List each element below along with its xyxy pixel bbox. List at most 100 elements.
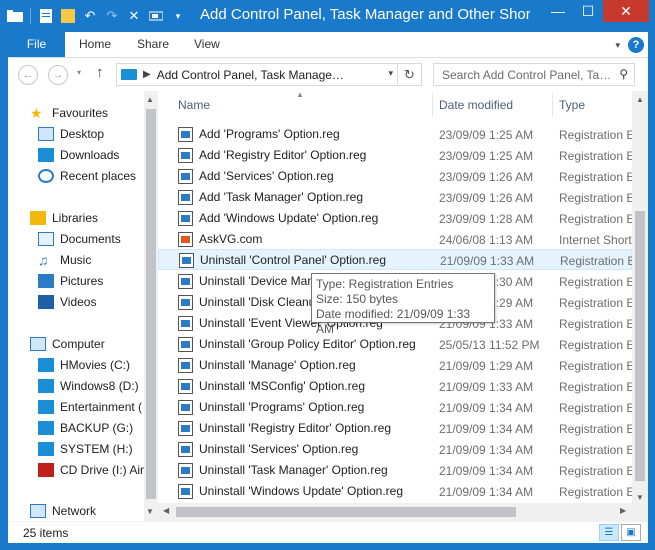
list-item[interactable]: Uninstall 'Manage' Option.reg 21/09/09 1:… xyxy=(158,355,632,376)
back-button[interactable]: ← xyxy=(18,65,38,85)
list-item[interactable]: Uninstall 'Task Manager' Option.reg 21/09… xyxy=(158,460,632,481)
registry-file-icon xyxy=(178,127,193,142)
properties-icon[interactable] xyxy=(37,7,55,25)
list-item[interactable]: Add 'Task Manager' Option.reg 23/09/09 1:… xyxy=(158,187,632,208)
scrollbar-thumb[interactable] xyxy=(635,211,645,481)
column-divider[interactable] xyxy=(552,93,553,117)
desktop-icon xyxy=(38,127,54,141)
drive-icon xyxy=(38,358,54,372)
sidebar-item-label: Recent places xyxy=(60,169,137,183)
sidebar-item-label: Libraries xyxy=(52,211,99,225)
new-folder-icon[interactable] xyxy=(59,7,77,25)
sidebar-item-label: Computer xyxy=(52,337,105,351)
list-item[interactable]: Add 'Programs' Option.reg 23/09/09 1:25 A… xyxy=(158,124,632,145)
folder-icon xyxy=(121,69,137,80)
address-bar[interactable]: ▶ Add Control Panel, Task Manage… ▾ ↻ xyxy=(116,63,422,86)
delete-icon[interactable]: ✕ xyxy=(125,7,143,25)
item-count: 25 items xyxy=(23,526,69,540)
pictures-icon xyxy=(38,274,54,288)
address-path[interactable]: Add Control Panel, Task Manage… xyxy=(157,68,344,82)
forward-button[interactable]: → xyxy=(48,65,68,85)
sidebar-item-label: SYSTEM (H:) xyxy=(60,442,133,456)
ribbon-tabs: File Home Share View ▾ ? xyxy=(8,32,648,58)
list-item[interactable]: Add 'Windows Update' Option.reg 23/09/09 … xyxy=(158,208,632,229)
column-name[interactable]: Name xyxy=(178,98,210,112)
list-item[interactable]: Uninstall 'Registry Editor' Option.reg 21… xyxy=(158,418,632,439)
scroll-up-icon[interactable]: ▲ xyxy=(146,95,154,104)
list-item[interactable]: Add 'Services' Option.reg 23/09/09 1:26 A… xyxy=(158,166,632,187)
scroll-right-icon[interactable]: ▶ xyxy=(620,506,626,515)
toolbar-separator xyxy=(30,8,31,24)
drive-icon xyxy=(38,421,54,435)
tooltip-type: Type: Registration Entries xyxy=(316,277,454,291)
tab-home[interactable]: Home xyxy=(65,32,125,57)
sort-ascending-icon: ▲ xyxy=(296,91,304,99)
sidebar-item-label: Pictures xyxy=(60,274,104,288)
registry-file-icon xyxy=(178,484,193,499)
recent-places-icon xyxy=(38,169,54,183)
quick-access-toolbar: ↶ ↷ ✕ ▾ xyxy=(6,6,187,26)
details-view-button[interactable]: ☰ xyxy=(599,524,619,541)
sidebar-item-label: HMovies (C:) xyxy=(60,358,131,372)
cd-drive-icon xyxy=(38,463,54,477)
close-button[interactable]: ✕ xyxy=(603,0,649,22)
list-item[interactable]: AskVG.com 24/06/08 1:13 AM Internet Short xyxy=(158,229,632,250)
undo-icon[interactable]: ↶ xyxy=(81,7,99,25)
maximize-button[interactable]: ☐ xyxy=(573,0,603,22)
breadcrumb-chevron-icon[interactable]: ▶ xyxy=(143,69,151,80)
search-input[interactable]: Search Add Control Panel, Ta… ⚲ xyxy=(433,63,635,86)
scrollbar-thumb[interactable] xyxy=(146,109,156,499)
tab-view[interactable]: View xyxy=(180,32,234,57)
title-bar: ↶ ↷ ✕ ▾ Add Control Panel, Task Manager … xyxy=(0,0,655,32)
registry-file-icon xyxy=(178,169,193,184)
minimize-button[interactable]: — xyxy=(543,0,573,22)
recent-locations-icon[interactable]: ▾ xyxy=(77,68,81,77)
search-placeholder: Search Add Control Panel, Ta… xyxy=(442,67,612,82)
registry-file-icon xyxy=(178,442,193,457)
list-item[interactable]: Uninstall 'Group Policy Editor' Option.r… xyxy=(158,334,632,355)
list-item[interactable]: Uninstall 'Windows Update' Option.reg 21/… xyxy=(158,481,632,502)
column-type[interactable]: Type xyxy=(559,98,585,112)
list-item-hovered[interactable]: Uninstall 'Control Panel' Option.reg 21/0… xyxy=(158,249,633,270)
tab-share[interactable]: Share xyxy=(123,32,183,57)
refresh-button[interactable]: ↻ xyxy=(397,64,421,85)
list-item[interactable]: Uninstall 'Programs' Option.reg 21/09/09 … xyxy=(158,397,632,418)
list-item[interactable]: Uninstall 'Services' Option.reg 21/09/09 … xyxy=(158,439,632,460)
redo-icon[interactable]: ↷ xyxy=(103,7,121,25)
large-icons-view-button[interactable]: ▣ xyxy=(621,524,641,541)
scrollbar-thumb[interactable] xyxy=(176,507,516,517)
scroll-down-icon[interactable]: ▼ xyxy=(636,493,644,502)
sidebar-item-label: Entertainment ( xyxy=(60,400,143,414)
large-icons-view-icon: ▣ xyxy=(626,527,636,538)
list-item[interactable]: Add 'Registry Editor' Option.reg 23/09/09… xyxy=(158,145,632,166)
tab-file[interactable]: File xyxy=(8,32,65,57)
sidebar-item-label: Music xyxy=(60,253,92,267)
registry-file-icon xyxy=(179,253,194,268)
file-list-vertical-scrollbar[interactable]: ▲ ▼ xyxy=(632,91,648,506)
list-item[interactable]: Uninstall 'MSConfig' Option.reg 21/09/09 … xyxy=(158,376,632,397)
rename-icon[interactable] xyxy=(147,7,165,25)
folder-icon[interactable] xyxy=(6,7,24,25)
windows-drive-icon xyxy=(38,379,54,393)
customize-dropdown-icon[interactable]: ▾ xyxy=(169,7,187,25)
drive-icon xyxy=(38,400,54,414)
file-list-horizontal-scrollbar[interactable]: ◀ ▶ xyxy=(158,503,632,521)
navigation-scrollbar[interactable]: ▲ ▼ xyxy=(144,91,158,521)
help-icon[interactable]: ? xyxy=(628,37,644,53)
search-icon[interactable]: ⚲ xyxy=(619,67,628,81)
file-info-tooltip: Type: Registration Entries Size: 150 byt… xyxy=(311,273,495,336)
registry-file-icon xyxy=(178,295,193,310)
scroll-up-icon[interactable]: ▲ xyxy=(636,95,644,104)
sidebar-item-label: Network xyxy=(52,504,97,518)
window-controls: — ☐ ✕ xyxy=(543,0,649,22)
up-button[interactable]: ↑ xyxy=(96,64,104,81)
column-divider[interactable] xyxy=(432,93,433,117)
column-date-modified[interactable]: Date modified xyxy=(439,98,513,112)
address-dropdown-icon[interactable]: ▾ xyxy=(388,68,393,79)
sidebar-item-label: BACKUP (G:) xyxy=(60,421,134,435)
navigation-bar: ← → ▾ ↑ ▶ Add Control Panel, Task Manage… xyxy=(8,58,648,91)
expand-ribbon-icon[interactable]: ▾ xyxy=(615,40,620,51)
scroll-down-icon[interactable]: ▼ xyxy=(146,507,154,516)
scroll-left-icon[interactable]: ◀ xyxy=(163,506,169,515)
registry-file-icon xyxy=(178,400,193,415)
